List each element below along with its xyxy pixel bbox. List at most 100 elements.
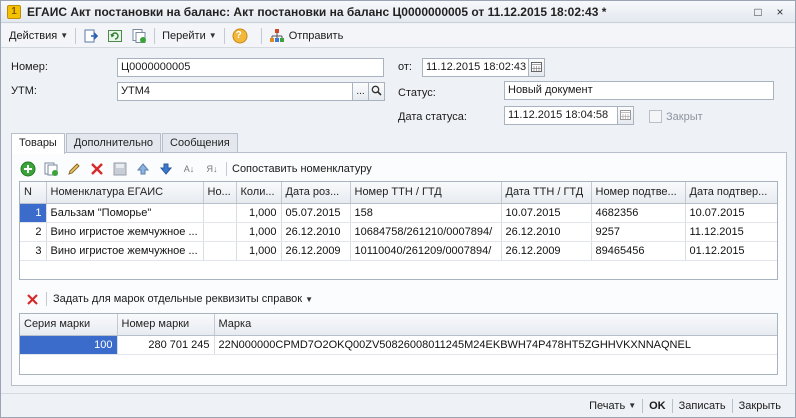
pencil-icon bbox=[68, 163, 80, 175]
number-field[interactable]: Ц0000000005 bbox=[117, 58, 384, 77]
status-field[interactable]: Новый документ bbox=[504, 81, 774, 100]
column-header-confirmation-date[interactable]: Дата подтвер... bbox=[685, 182, 777, 204]
column-header-mark-series[interactable]: Серия марки bbox=[20, 314, 118, 336]
table-row[interactable]: 1 Бальзам "Поморье" 1,000 05.07.2015 158… bbox=[20, 203, 777, 223]
table-row[interactable]: 3 Вино игристое жемчужное ... 1,000 26.1… bbox=[20, 241, 777, 261]
calendar-button[interactable] bbox=[528, 58, 545, 77]
mark-code-cell[interactable]: 22N000000CPMD7O2OKQ00ZV50826008011245M24… bbox=[214, 335, 777, 355]
bottling-date-cell[interactable]: 26.12.2009 bbox=[281, 241, 351, 261]
nomenclature-cell[interactable]: Вино игристое жемчужное ... bbox=[46, 222, 204, 242]
close-window-button[interactable]: × bbox=[769, 3, 791, 20]
closed-checkbox[interactable] bbox=[649, 110, 662, 123]
tab-goods[interactable]: Товары bbox=[11, 133, 65, 154]
ttn-date-cell[interactable]: 10.07.2015 bbox=[501, 203, 592, 223]
nomenclature-cell[interactable]: Бальзам "Поморье" bbox=[46, 203, 204, 223]
edit-row-button[interactable] bbox=[65, 160, 83, 178]
column-header-nomenclature[interactable]: Номенклатура ЕГАИС bbox=[46, 182, 204, 204]
confirmation-number-cell[interactable]: 89465456 bbox=[591, 241, 686, 261]
row-number-cell[interactable]: 2 bbox=[20, 222, 47, 242]
ttn-date-cell[interactable]: 26.12.2010 bbox=[501, 222, 592, 242]
column-header-ttn-number[interactable]: Номер ТТН / ГТД bbox=[350, 182, 502, 204]
tab-additional[interactable]: Дополнительно bbox=[65, 133, 162, 153]
save-disk-icon bbox=[113, 162, 127, 176]
utm-select-button[interactable]: ... bbox=[352, 82, 369, 101]
actions-menu[interactable]: Действия ▼ bbox=[5, 26, 72, 46]
end-edit-button[interactable] bbox=[111, 160, 129, 178]
goto-menu[interactable]: Перейти ▼ bbox=[158, 26, 221, 46]
confirmation-date-cell[interactable]: 11.12.2015 bbox=[685, 222, 777, 242]
confirmation-date-cell[interactable]: 01.12.2015 bbox=[685, 241, 777, 261]
copy-row-button[interactable] bbox=[42, 160, 60, 178]
add-row-button[interactable] bbox=[19, 160, 37, 178]
bottling-date-cell[interactable]: 05.07.2015 bbox=[281, 203, 351, 223]
ttn-number-cell[interactable]: 10684758/261210/0007894/ bbox=[350, 222, 502, 242]
help-button[interactable]: ? bbox=[228, 26, 258, 46]
set-mark-details-menu[interactable]: Задать для марок отдельные реквизиты спр… bbox=[53, 293, 313, 305]
confirmation-number-cell[interactable]: 4682356 bbox=[591, 203, 686, 223]
post-and-close-button[interactable] bbox=[79, 26, 103, 46]
toolbar-divider bbox=[75, 27, 77, 44]
toolbar-divider bbox=[260, 27, 262, 44]
no-cell[interactable] bbox=[203, 241, 237, 261]
ttn-number-cell[interactable]: 158 bbox=[350, 203, 502, 223]
tab-messages[interactable]: Сообщения bbox=[162, 133, 238, 153]
utm-open-button[interactable] bbox=[368, 82, 385, 101]
mark-number-cell[interactable]: 280 701 245 bbox=[117, 335, 215, 355]
column-header-mark[interactable]: Марка bbox=[214, 314, 777, 336]
quantity-cell[interactable]: 1,000 bbox=[236, 203, 282, 223]
column-header-no[interactable]: Но... bbox=[203, 182, 237, 204]
goods-table: N Номенклатура ЕГАИС Но... Коли... Дата … bbox=[19, 181, 778, 280]
column-header-quantity[interactable]: Коли... bbox=[236, 182, 282, 204]
no-cell[interactable] bbox=[203, 222, 237, 242]
confirmation-number-cell[interactable]: 9257 bbox=[591, 222, 686, 242]
status-date-field[interactable]: 11.12.2015 18:04:58 bbox=[504, 106, 618, 125]
utm-field[interactable]: УТМ4 bbox=[117, 82, 353, 101]
ttn-date-cell[interactable]: 26.12.2009 bbox=[501, 241, 592, 261]
mark-series-cell[interactable]: 100 bbox=[20, 335, 118, 355]
move-up-button[interactable] bbox=[134, 160, 152, 178]
date-field[interactable]: 11.12.2015 18:02:43 bbox=[422, 58, 529, 77]
ok-button[interactable]: OK bbox=[643, 400, 672, 412]
table-row[interactable]: 100 280 701 245 22N000000CPMD7O2OKQ00ZV5… bbox=[20, 335, 777, 355]
copy-document-button[interactable] bbox=[127, 26, 151, 46]
print-menu[interactable]: Печать ▼ bbox=[583, 400, 642, 412]
column-header-confirmation-number[interactable]: Номер подтве... bbox=[591, 182, 686, 204]
refresh-button[interactable] bbox=[103, 26, 127, 46]
toolbar-divider bbox=[46, 292, 47, 306]
window-controls: □ × bbox=[747, 3, 791, 20]
delete-mark-button[interactable] bbox=[23, 290, 41, 308]
bottling-date-cell[interactable]: 26.12.2010 bbox=[281, 222, 351, 242]
save-button[interactable]: Записать bbox=[673, 400, 732, 412]
actions-label: Действия bbox=[9, 29, 58, 42]
quantity-cell[interactable]: 1,000 bbox=[236, 241, 282, 261]
column-header-mark-number[interactable]: Номер марки bbox=[117, 314, 215, 336]
row-number-cell[interactable]: 3 bbox=[20, 241, 47, 261]
tab-strip: Товары Дополнительно Сообщения bbox=[11, 133, 239, 154]
table-row[interactable]: 2 Вино игристое жемчужное ... 1,000 26.1… bbox=[20, 222, 777, 242]
delete-row-button[interactable] bbox=[88, 160, 106, 178]
move-down-button[interactable] bbox=[157, 160, 175, 178]
close-button[interactable]: Закрыть bbox=[733, 400, 787, 412]
status-calendar-button[interactable] bbox=[617, 106, 634, 125]
match-nomenclature-button[interactable]: Сопоставить номенклатуру bbox=[232, 163, 372, 175]
confirmation-date-cell[interactable]: 10.07.2015 bbox=[685, 203, 777, 223]
closed-label: Закрыт bbox=[666, 111, 703, 123]
calendar-icon bbox=[620, 109, 631, 123]
sort-descending-button[interactable]: Я↓ bbox=[203, 160, 221, 178]
nomenclature-cell[interactable]: Вино игристое жемчужное ... bbox=[46, 241, 204, 261]
refresh-icon bbox=[107, 28, 123, 44]
quantity-cell[interactable]: 1,000 bbox=[236, 222, 282, 242]
ttn-number-cell[interactable]: 10110040/261209/0007894/ bbox=[350, 241, 502, 261]
marks-table: Серия марки Номер марки Марка 100 280 70… bbox=[19, 313, 778, 375]
no-cell[interactable] bbox=[203, 203, 237, 223]
maximize-button[interactable]: □ bbox=[747, 3, 769, 20]
row-number-cell[interactable]: 1 bbox=[20, 203, 47, 223]
add-icon bbox=[20, 161, 36, 177]
main-toolbar: Действия ▼ Перейти ▼ ? Отправить bbox=[1, 24, 795, 48]
arrow-up-icon bbox=[136, 163, 150, 175]
send-button[interactable]: Отправить bbox=[265, 26, 348, 46]
column-header-ttn-date[interactable]: Дата ТТН / ГТД bbox=[501, 182, 592, 204]
sort-ascending-button[interactable]: А↓ bbox=[180, 160, 198, 178]
column-header-bottling-date[interactable]: Дата роз... bbox=[281, 182, 351, 204]
column-header-n[interactable]: N bbox=[20, 182, 47, 204]
